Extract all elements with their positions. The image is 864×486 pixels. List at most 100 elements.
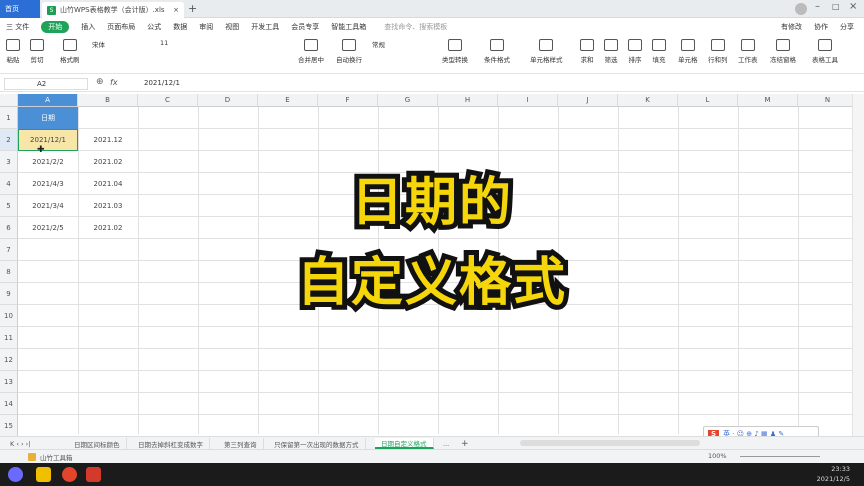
menu-developer[interactable]: 开发工具: [251, 22, 279, 32]
column-header-e[interactable]: E: [258, 94, 318, 107]
file-explorer-icon[interactable]: [36, 467, 51, 482]
formula-input[interactable]: 2021/12/1: [144, 79, 180, 87]
cell-b2[interactable]: 2021.12: [78, 129, 138, 151]
worksheet-button[interactable]: 工作表: [738, 39, 758, 64]
column-header-l[interactable]: L: [678, 94, 738, 107]
column-header-m[interactable]: M: [738, 94, 798, 107]
row-header-13[interactable]: 13: [0, 371, 18, 393]
menu-review[interactable]: 审阅: [199, 22, 213, 32]
command-search-input[interactable]: 查找命令、搜索模板: [384, 22, 447, 32]
sheet-tab[interactable]: 日期区间标颜色: [68, 438, 127, 449]
column-header-j[interactable]: J: [558, 94, 618, 107]
menu-formula[interactable]: 公式: [147, 22, 161, 32]
zoom-level[interactable]: 100%: [708, 452, 727, 460]
column-header-c[interactable]: C: [138, 94, 198, 107]
row-header-11[interactable]: 11: [0, 327, 18, 349]
sheet-nav-icons[interactable]: K ‹ › ›|: [4, 438, 36, 449]
column-header-d[interactable]: D: [198, 94, 258, 107]
tab-document[interactable]: S 山竹WPS表格教学（会计版）.xls ×: [42, 2, 184, 18]
column-header-a[interactable]: A: [18, 94, 78, 107]
number-format-select[interactable]: 常规: [372, 39, 385, 49]
minimize-icon[interactable]: –: [815, 1, 820, 12]
sort-label: 排序: [628, 56, 642, 64]
zoom-slider[interactable]: [740, 456, 820, 457]
fx-icon[interactable]: fx: [110, 78, 118, 87]
font-size-select[interactable]: 11: [160, 39, 168, 47]
ribbon-toolbar: 粘贴 剪切 格式刷 宋体 11 合并居中 自动换行 常规 类型转换 条件格式 单…: [0, 36, 864, 74]
type-convert-button[interactable]: 类型转换: [442, 39, 468, 64]
tab-home[interactable]: 首页: [0, 0, 40, 18]
avatar[interactable]: [795, 3, 807, 15]
table-tools-button[interactable]: 表格工具: [812, 39, 838, 64]
merge-center-label: 合并居中: [298, 56, 324, 64]
grid-hline: [18, 326, 852, 327]
menu-data[interactable]: 数据: [173, 22, 187, 32]
status-left-label[interactable]: 山竹工具箱: [40, 452, 73, 462]
formula-bar: A2 ⊕ fx 2021/12/1: [0, 76, 864, 92]
conditional-format-label: 条件格式: [484, 56, 510, 64]
menu-file[interactable]: 三 文件: [6, 22, 29, 32]
column-header-f[interactable]: F: [318, 94, 378, 107]
cut-button[interactable]: 剪切: [30, 39, 44, 64]
horizontal-scrollbar[interactable]: [520, 440, 700, 446]
sum-button[interactable]: 求和: [580, 39, 594, 64]
menu-page-layout[interactable]: 页面布局: [107, 22, 135, 32]
row-header-2[interactable]: 2: [0, 129, 18, 151]
filter-button[interactable]: 筛选: [604, 39, 618, 64]
name-box[interactable]: A2: [4, 78, 88, 90]
format-painter-button[interactable]: 格式刷: [60, 39, 80, 64]
sheet-tab[interactable]: 只保留第一次出现的数据方式: [268, 438, 366, 449]
merge-center-button[interactable]: 合并居中: [298, 39, 324, 64]
conditional-format-button[interactable]: 条件格式: [484, 39, 510, 64]
new-tab-button[interactable]: +: [188, 2, 197, 15]
row-header-1[interactable]: 1: [0, 107, 18, 129]
freeze-panes-button[interactable]: 冻结窗格: [770, 39, 796, 64]
column-header-n[interactable]: N: [798, 94, 858, 107]
paste-button[interactable]: 粘贴: [6, 39, 20, 64]
cell-style-button[interactable]: 单元格样式: [530, 39, 563, 64]
menu-insert[interactable]: 插入: [81, 22, 95, 32]
zoom-formula-icon[interactable]: ⊕: [96, 77, 104, 87]
sheet-tab-active[interactable]: 日期自定义格式: [375, 438, 434, 449]
column-header-k[interactable]: K: [618, 94, 678, 107]
sheet-tab-more[interactable]: ...: [437, 438, 455, 449]
menu-smart-toolbox[interactable]: 智能工具箱: [331, 22, 366, 32]
add-sheet-icon[interactable]: +: [455, 438, 475, 449]
cell-a1[interactable]: 日期: [18, 107, 78, 129]
font-name-select[interactable]: 宋体: [92, 39, 105, 49]
sort-button[interactable]: 排序: [628, 39, 642, 64]
row-col-button[interactable]: 行和列: [708, 39, 728, 64]
share-button[interactable]: 分享: [840, 22, 854, 32]
column-header-i[interactable]: I: [498, 94, 558, 107]
column-header-h[interactable]: H: [438, 94, 498, 107]
start-icon[interactable]: [8, 467, 23, 482]
menu-view[interactable]: 视图: [225, 22, 239, 32]
column-header-b[interactable]: B: [78, 94, 138, 107]
menu-member[interactable]: 会员专享: [291, 22, 319, 32]
cell-style-icon: [539, 39, 554, 51]
row-header-14[interactable]: 14: [0, 393, 18, 415]
brush-icon: [62, 39, 77, 51]
sheet-tab[interactable]: 第三列查询: [218, 438, 264, 449]
cell-a2[interactable]: 2021/12/1: [18, 129, 78, 151]
paste-icon: [6, 39, 20, 51]
cell-button[interactable]: 单元格: [678, 39, 698, 64]
select-all-corner[interactable]: [0, 94, 18, 107]
sheet-tab[interactable]: 日期去掉斜杠变成数字: [132, 438, 210, 449]
has-changes-label[interactable]: 有修改: [781, 22, 802, 32]
row-header-12[interactable]: 12: [0, 349, 18, 371]
maximize-icon[interactable]: □: [832, 2, 840, 11]
chrome-icon[interactable]: [62, 467, 77, 482]
wrap-text-label: 自动换行: [336, 56, 362, 64]
close-icon[interactable]: ×: [173, 6, 179, 14]
menu-start[interactable]: 开始: [41, 21, 70, 33]
row-header-15[interactable]: 15: [0, 415, 18, 437]
close-window-icon[interactable]: ×: [849, 1, 857, 12]
wps-icon[interactable]: [86, 467, 101, 482]
fill-button[interactable]: 填充: [652, 39, 666, 64]
collaborate-button[interactable]: 协作: [814, 22, 828, 32]
column-header-g[interactable]: G: [378, 94, 438, 107]
wrap-text-button[interactable]: 自动换行: [336, 39, 362, 64]
wrap-icon: [342, 39, 356, 51]
scissors-icon: [30, 39, 44, 51]
